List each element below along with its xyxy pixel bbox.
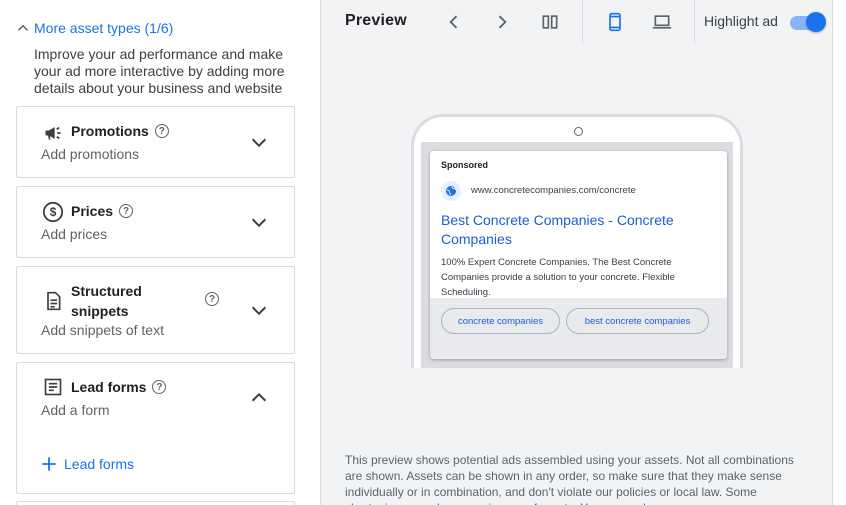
ad-display-url: www.concretecompanies.com/concrete	[471, 185, 636, 196]
preview-panel: Preview Highlight ad Sponsored www.concr…	[320, 0, 832, 505]
next-button[interactable]	[490, 10, 514, 34]
next-card[interactable]	[16, 501, 295, 505]
more-asset-types-toggle[interactable]: More asset types (1/6)	[14, 18, 173, 38]
smartphone-icon	[609, 12, 621, 32]
chevron-down-icon[interactable]	[248, 299, 270, 321]
promotions-subtitle: Add promotions	[41, 146, 140, 162]
desktop-view-button[interactable]	[650, 10, 674, 34]
snippet-doc-icon	[41, 289, 65, 313]
scrollbar-gutter	[832, 0, 846, 505]
highlight-ad-toggle[interactable]	[788, 12, 826, 32]
lead-forms-subtitle: Add a form	[41, 402, 110, 418]
help-icon[interactable]: ?	[154, 124, 169, 138]
help-icon[interactable]: ?	[205, 292, 219, 306]
chevron-down-icon[interactable]	[248, 211, 270, 233]
plus-icon	[42, 457, 56, 471]
help-icon[interactable]: ?	[119, 204, 134, 218]
add-lead-form-label: Lead forms	[64, 456, 135, 472]
previous-button[interactable]	[442, 10, 466, 34]
structured-snippets-subtitle: Add snippets of text	[41, 322, 164, 338]
mobile-view-button[interactable]	[603, 10, 627, 34]
chevron-right-icon	[498, 15, 507, 29]
dollar-circle-icon: $	[41, 200, 65, 224]
sitelink-chip[interactable]: best concrete companies	[566, 308, 709, 334]
lead-forms-card[interactable]: Lead forms ? Add a form Lead forms	[16, 362, 295, 494]
sponsored-label: Sponsored	[441, 160, 489, 170]
phone-screen: Sponsored www.concretecompanies.com/conc…	[421, 142, 733, 368]
globe-icon	[441, 181, 461, 201]
chevron-up-icon[interactable]	[248, 387, 270, 409]
lead-forms-title: Lead forms	[71, 379, 147, 395]
help-icon[interactable]: ?	[152, 380, 167, 394]
structured-snippets-title: Structured snippets	[71, 283, 142, 319]
prices-card[interactable]: $ Prices ? Add prices	[16, 186, 295, 258]
add-lead-form-button[interactable]: Lead forms	[39, 454, 134, 474]
phone-mockup: Sponsored www.concretecompanies.com/conc…	[411, 114, 743, 368]
highlight-ad-label: Highlight ad	[704, 13, 778, 29]
asset-panel: More asset types (1/6) Improve your ad p…	[0, 0, 320, 505]
section-description: Improve your ad performance and make you…	[34, 46, 285, 96]
toolbar-divider	[694, 0, 695, 44]
prices-title: Prices	[71, 203, 114, 219]
svg-text:$: $	[50, 205, 57, 219]
laptop-icon	[652, 15, 672, 29]
ad-description: 100% Expert Concrete Companies. The Best…	[441, 257, 675, 298]
sitelinks-bar: concrete companies best concrete compani…	[430, 298, 727, 359]
sitelink-chip[interactable]: concrete companies	[441, 308, 560, 334]
toolbar-divider	[582, 0, 583, 44]
chevron-down-icon[interactable]	[248, 131, 270, 153]
preview-title: Preview	[345, 12, 407, 29]
chevron-left-icon	[449, 15, 458, 29]
chevron-up-icon	[17, 24, 29, 31]
view-columns-button[interactable]	[538, 10, 562, 34]
section-title: More asset types (1/6)	[34, 20, 174, 36]
promotions-card[interactable]: Promotions ? Add promotions	[16, 106, 295, 178]
structured-snippets-card[interactable]: Structured snippets ? Add snippets of te…	[16, 266, 295, 354]
form-icon	[41, 375, 65, 399]
prices-subtitle: Add prices	[41, 226, 108, 242]
ad-headline[interactable]: Best Concrete Companies - Concrete Compa…	[441, 211, 716, 249]
camera-icon	[574, 127, 583, 136]
ad-preview-card: Sponsored www.concretecompanies.com/conc…	[430, 151, 727, 359]
megaphone-icon	[41, 121, 65, 145]
columns-icon	[542, 15, 558, 29]
promotions-title: Promotions	[71, 123, 149, 139]
preview-disclaimer: This preview shows potential ads assembl…	[345, 453, 794, 505]
